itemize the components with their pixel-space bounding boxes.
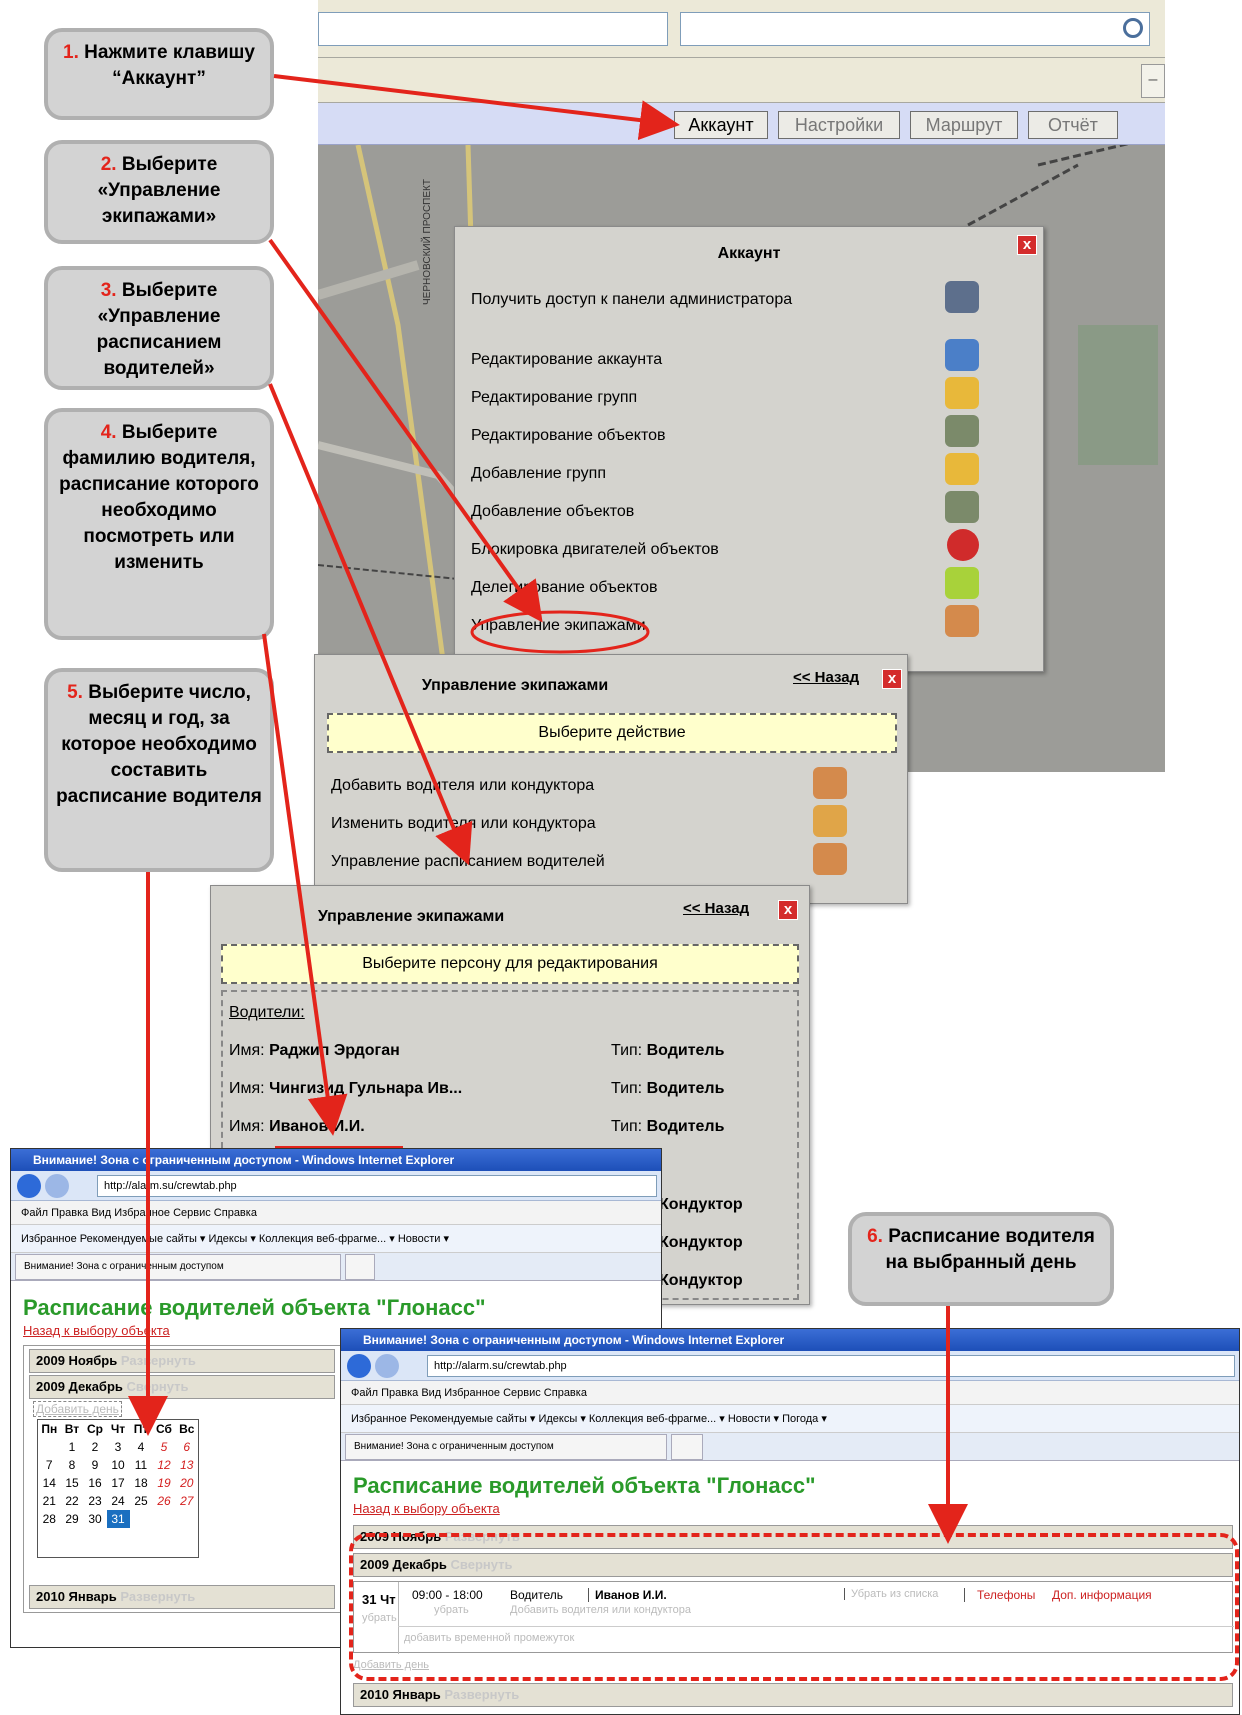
- groups-icon: [945, 377, 979, 409]
- browser-toolbar: [318, 0, 1165, 58]
- month-jan[interactable]: 2010 Январь Развернуть: [29, 1585, 335, 1609]
- drivers-heading: Водители:: [229, 1004, 305, 1021]
- user-edit-icon: [945, 339, 979, 371]
- selected-day[interactable]: 31: [106, 1509, 130, 1528]
- crew-action-title: Управление экипажами: [421, 677, 609, 694]
- callout-step-3: 3. Выберите «Управление расписанием води…: [44, 266, 274, 390]
- back-link[interactable]: << Назад: [793, 669, 859, 686]
- menu-bar[interactable]: Файл Правка Вид Избранное Сервис Справка: [341, 1381, 1239, 1405]
- admin-panel-item[interactable]: Получить доступ к панели администратора: [471, 291, 792, 309]
- crew-icon: [945, 605, 979, 637]
- menu-bar[interactable]: Файл Правка Вид Избранное Сервис Справка: [11, 1201, 661, 1225]
- power-icon: [947, 529, 979, 561]
- favorites-bar[interactable]: Избранное Рекомендуемые сайты ▾ Идексы ▾…: [11, 1225, 661, 1253]
- back-icon[interactable]: [347, 1354, 371, 1378]
- page-heading: Расписание водителей объекта "Глонасс": [353, 1473, 816, 1498]
- back-to-object-link[interactable]: Назад к выбору объекта: [23, 1323, 170, 1338]
- delegate-objects-item[interactable]: Делегирование объектов: [471, 579, 658, 597]
- add-day-link[interactable]: Добавить день: [33, 1401, 122, 1417]
- add-groups-icon: [945, 453, 979, 485]
- person-type: Тип: Водитель: [611, 1080, 725, 1097]
- new-tab[interactable]: [345, 1254, 375, 1280]
- vehicle-icon: [945, 415, 979, 447]
- calendar[interactable]: Пн Вт Ср Чт Пт Сб Вс 123456 7 8 9 10 11 12 13 14 15 16…: [37, 1419, 199, 1558]
- street-label: ЧЕРНОВСКИЙ ПРОСПЕКТ: [422, 179, 433, 305]
- forward-icon[interactable]: [45, 1174, 69, 1198]
- url-input[interactable]: http://alarm.su/crewtab.php: [97, 1175, 657, 1197]
- schedule-icon: [813, 843, 847, 875]
- highlight-frame: [349, 1533, 1239, 1681]
- address-bar: http://alarm.su/crewtab.php: [341, 1351, 1239, 1381]
- driver-schedule-item[interactable]: Управление расписанием водителей: [331, 853, 605, 871]
- address-field[interactable]: [318, 12, 668, 46]
- add-person-icon: [813, 767, 847, 799]
- forward-icon[interactable]: [375, 1354, 399, 1378]
- arrow-right-icon: [945, 567, 979, 599]
- crew-management-item[interactable]: Управление экипажами: [471, 617, 646, 635]
- callout-step-1: 1. Нажмите клавишу “Аккаунт”: [44, 28, 274, 120]
- back-link[interactable]: << Назад: [683, 900, 749, 917]
- browser-toolbar-2: –: [318, 58, 1165, 103]
- callout-step-5: 5. Выберите число, месяц и год, за котор…: [44, 668, 274, 872]
- report-button[interactable]: Отчёт: [1028, 111, 1118, 139]
- address-bar: http://alarm.su/crewtab.php: [11, 1171, 661, 1201]
- tab-row: Внимание! Зона с ограниченным доступом: [11, 1253, 661, 1281]
- callout-step-4: 4. Выберите фамилию водителя, расписание…: [44, 408, 274, 640]
- edit-driver-item[interactable]: Изменить водителя или кондуктора: [331, 815, 596, 833]
- add-objects-item[interactable]: Добавление объектов: [471, 503, 634, 521]
- back-icon[interactable]: [17, 1174, 41, 1198]
- crew-person-title: Управление экипажами: [317, 908, 505, 925]
- account-title: Аккаунт: [717, 245, 781, 262]
- top-menu: Аккаунт Настройки Маршрут Отчёт: [318, 103, 1165, 145]
- route-button[interactable]: Маршрут: [910, 111, 1018, 139]
- monitor-icon: [945, 281, 979, 313]
- conductor-type: Кондуктор: [659, 1234, 743, 1251]
- person-type: Тип: Водитель: [611, 1118, 725, 1135]
- person-row-selected[interactable]: Имя: Иванов И.И.: [229, 1118, 365, 1136]
- account-panel: x Аккаунт Получить доступ к панели админ…: [454, 226, 1044, 672]
- choose-person-prompt: Выберите персону для редактирования: [221, 944, 799, 984]
- month-nov[interactable]: 2009 Ноябрь Развернуть: [29, 1349, 335, 1373]
- search-icon[interactable]: [1123, 18, 1143, 38]
- browser-window-schedule: Внимание! Зона с ограниченным доступом -…: [340, 1328, 1240, 1715]
- tab-active[interactable]: Внимание! Зона с ограниченным доступом: [15, 1254, 341, 1280]
- conductor-type: Кондуктор: [659, 1272, 743, 1289]
- choose-action-prompt: Выберите действие: [327, 713, 897, 753]
- account-button[interactable]: Аккаунт: [674, 111, 768, 139]
- window-title: Внимание! Зона с ограниченным доступом -…: [11, 1149, 661, 1171]
- close-icon[interactable]: x: [882, 669, 902, 689]
- crew-action-panel: Управление экипажами << Назад x Выберите…: [314, 654, 908, 904]
- tab-row: Внимание! Зона с ограниченным доступом: [341, 1433, 1239, 1461]
- edit-objects-item[interactable]: Редактирование объектов: [471, 427, 665, 445]
- add-driver-item[interactable]: Добавить водителя или кондуктора: [331, 777, 594, 795]
- month-dec[interactable]: 2009 Декабрь Свернуть: [29, 1375, 335, 1399]
- add-groups-item[interactable]: Добавление групп: [471, 465, 606, 483]
- person-type: Тип: Водитель: [611, 1042, 725, 1059]
- page-heading: Расписание водителей объекта "Глонасс": [23, 1295, 486, 1320]
- engine-block-item[interactable]: Блокировка двигателей объектов: [471, 541, 719, 559]
- callout-step-2: 2. Выберите «Управление экипажами»: [44, 140, 274, 244]
- edit-groups-item[interactable]: Редактирование групп: [471, 389, 637, 407]
- person-row[interactable]: Имя: Раджип Эрдоган: [229, 1042, 400, 1060]
- close-icon[interactable]: x: [778, 900, 798, 920]
- favorites-bar[interactable]: Избранное Рекомендуемые сайты ▾ Идексы ▾…: [341, 1405, 1239, 1433]
- chevron-icon[interactable]: –: [1141, 64, 1165, 98]
- window-title: Внимание! Зона с ограниченным доступом -…: [341, 1329, 1239, 1351]
- tab-active[interactable]: Внимание! Зона с ограниченным доступом: [345, 1434, 667, 1460]
- new-tab[interactable]: [671, 1434, 703, 1460]
- edit-person-icon: [813, 805, 847, 837]
- back-to-object-link[interactable]: Назад к выбору объекта: [353, 1501, 500, 1516]
- conductor-type: Кондуктор: [659, 1196, 743, 1213]
- person-row[interactable]: Имя: Чингизид Гульнара Ив...: [229, 1080, 462, 1098]
- search-field[interactable]: [680, 12, 1150, 46]
- url-input[interactable]: http://alarm.su/crewtab.php: [427, 1355, 1235, 1377]
- add-vehicle-icon: [945, 491, 979, 523]
- callout-step-6: 6. Расписание водителя на выбранный день: [848, 1212, 1114, 1306]
- month-jan[interactable]: 2010 Январь Развернуть: [353, 1683, 1233, 1707]
- settings-button[interactable]: Настройки: [778, 111, 900, 139]
- edit-account-item[interactable]: Редактирование аккаунта: [471, 351, 662, 369]
